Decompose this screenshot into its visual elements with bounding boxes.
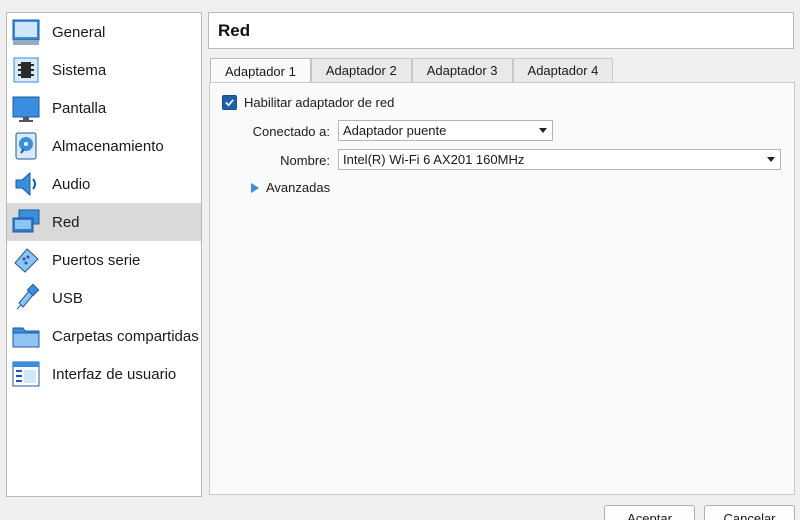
sidebar-item-usb[interactable]: USB — [7, 279, 201, 317]
network-icon — [10, 206, 42, 238]
monitor-general-icon — [10, 16, 42, 48]
window-ui-icon — [10, 358, 42, 390]
sidebar-item-carpetas-compartidas[interactable]: Carpetas compartidas — [7, 317, 201, 355]
disk-icon — [10, 130, 42, 162]
enable-adapter-row: Habilitar adaptador de red — [222, 95, 394, 110]
sidebar-item-label: Puertos serie — [52, 251, 141, 269]
sidebar-item-label: Carpetas compartidas — [52, 327, 199, 345]
sidebar-item-red[interactable]: Red — [7, 203, 201, 241]
settings-sidebar: General Sistema Pantalla Almacenamiento … — [6, 12, 202, 497]
advanced-label: Avanzadas — [266, 180, 331, 195]
sidebar-item-almacenamiento[interactable]: Almacenamiento — [7, 127, 201, 165]
chip-icon — [10, 54, 42, 86]
tab-adaptador-1[interactable]: Adaptador 1 — [210, 58, 311, 83]
folder-icon — [10, 320, 42, 352]
enable-adapter-label: Habilitar adaptador de red — [244, 95, 395, 110]
name-label: Nombre: — [280, 153, 330, 168]
tab-panel — [209, 82, 795, 495]
tab-adaptador-3[interactable]: Adaptador 3 — [411, 58, 513, 82]
sidebar-item-puertos-serie[interactable]: Puertos serie — [7, 241, 201, 279]
cancel-button[interactable]: Cancelar — [704, 505, 795, 520]
connected-to-label: Conectado a: — [252, 124, 330, 139]
sidebar-item-label: Audio — [52, 175, 91, 193]
sidebar-item-label: USB — [52, 289, 83, 307]
adapter-tabs: Adaptador 1 Adaptador 2 Adaptador 3 Adap… — [210, 58, 614, 83]
sidebar-item-general[interactable]: General — [7, 13, 201, 51]
ok-button[interactable]: Aceptar — [604, 505, 695, 520]
speaker-icon — [10, 168, 42, 200]
sidebar-item-label: Sistema — [52, 61, 107, 79]
expand-arrow-icon — [251, 182, 259, 193]
adapter-name-select[interactable]: Intel(R) Wi-Fi 6 AX201 160MHz — [338, 149, 781, 170]
chevron-down-icon — [767, 157, 775, 162]
sidebar-item-interfaz-de-usuario[interactable]: Interfaz de usuario — [7, 355, 201, 393]
sidebar-item-label: Interfaz de usuario — [52, 365, 177, 383]
chevron-down-icon — [539, 128, 547, 133]
sidebar-item-pantalla[interactable]: Pantalla — [7, 89, 201, 127]
page-title: Red — [218, 20, 251, 40]
checkmark-icon — [225, 99, 234, 107]
usb-icon — [10, 282, 42, 314]
serial-port-icon — [10, 244, 42, 276]
adapter-name-value: Intel(R) Wi-Fi 6 AX201 160MHz — [343, 152, 525, 167]
enable-adapter-checkbox[interactable] — [222, 95, 237, 110]
advanced-expander[interactable]: Avanzadas — [251, 180, 330, 195]
sidebar-item-label: Pantalla — [52, 99, 107, 117]
sidebar-item-label: Almacenamiento — [52, 137, 164, 155]
sidebar-item-audio[interactable]: Audio — [7, 165, 201, 203]
display-icon — [10, 92, 42, 124]
connected-to-select[interactable]: Adaptador puente — [338, 120, 553, 141]
connected-to-value: Adaptador puente — [343, 123, 447, 138]
sidebar-item-label: Red — [52, 213, 80, 231]
page-header: Red — [208, 12, 794, 49]
tab-adaptador-4[interactable]: Adaptador 4 — [512, 58, 614, 82]
sidebar-item-label: General — [52, 23, 106, 41]
sidebar-item-sistema[interactable]: Sistema — [7, 51, 201, 89]
tab-adaptador-2[interactable]: Adaptador 2 — [310, 58, 412, 82]
